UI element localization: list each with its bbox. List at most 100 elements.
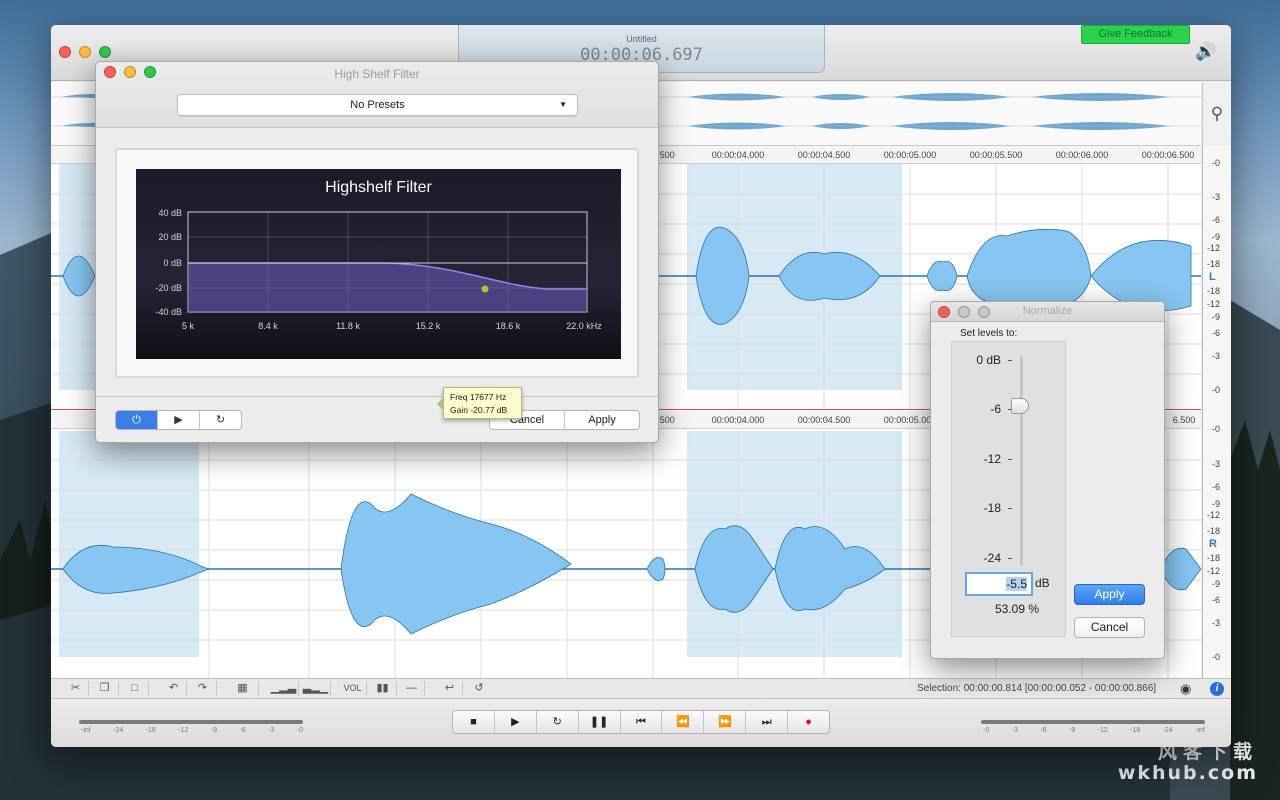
- tooltip-freq: Freq 17677 Hz: [450, 392, 507, 402]
- db-label: -0: [1211, 158, 1220, 168]
- watermark-line2: wkhub.com: [1117, 762, 1258, 784]
- level-meter-left: [79, 720, 303, 724]
- fade-out-icon[interactable]: ▃▂▁: [301, 681, 331, 696]
- power-icon[interactable]: ⏻: [116, 411, 158, 429]
- slider-scale-label: -24: [983, 551, 1001, 565]
- level-meter-right: [981, 720, 1205, 724]
- meter-label: -12: [1097, 727, 1108, 734]
- undo-icon[interactable]: ↶: [161, 681, 187, 696]
- meter-scale-right: -0 -3 -6 -9 -12 -18 -24 -inf: [983, 727, 1205, 734]
- db-label: -12: [1206, 243, 1220, 253]
- meter-label: -inf: [1195, 727, 1205, 734]
- slider-scale-label: -18: [983, 501, 1001, 515]
- level-db-value: -5.5: [1006, 577, 1027, 591]
- cancel-button[interactable]: Cancel: [1074, 617, 1145, 638]
- zoom-button[interactable]: [99, 46, 111, 58]
- filter-graph[interactable]: Highshelf Filter 40 dB 20 dB 0 dB -20 dB…: [136, 169, 621, 359]
- close-button[interactable]: [59, 46, 71, 58]
- copy-icon[interactable]: ❐: [91, 681, 119, 696]
- minimize-button[interactable]: [79, 46, 91, 58]
- level-slider-track[interactable]: [1020, 356, 1023, 566]
- speaker-icon[interactable]: 🔊: [1195, 42, 1219, 62]
- meter-label: -0: [296, 727, 303, 734]
- ruler-tick: 00:00:05.000: [883, 415, 937, 425]
- fade-in-icon[interactable]: ▁▂▃: [269, 681, 299, 696]
- info-icon[interactable]: i: [1210, 682, 1224, 696]
- loop-icon[interactable]: ↺: [465, 681, 493, 696]
- record-button[interactable]: ●: [788, 711, 829, 733]
- eye-icon[interactable]: ◉: [1180, 681, 1191, 697]
- preview-controls: ⏻ ▶ ↻: [115, 410, 242, 430]
- meter-label: -6: [1040, 727, 1047, 734]
- db-label: -12: [1206, 510, 1220, 520]
- ruler-tick: 00:00:04.500: [797, 415, 851, 425]
- slider-scale-label: -12: [983, 452, 1001, 466]
- edit-toolbar: ✂ ❐ □ ↶ ↷ ▦ ▁▂▃ ▃▂▁ VOL ▮▮ — ↩ ↺ Selecti…: [51, 678, 1231, 699]
- db-label: -3: [1211, 459, 1220, 469]
- filter-graph-frame: Highshelf Filter 40 dB 20 dB 0 dB -20 dB…: [115, 148, 639, 378]
- reverse-icon[interactable]: ↩: [437, 681, 463, 696]
- percent-readout: 53.09 %: [995, 602, 1040, 616]
- pause-button[interactable]: ❚❚: [579, 711, 621, 733]
- db-unit-label: dB: [1035, 576, 1050, 590]
- loop-preview-icon[interactable]: ↻: [200, 411, 241, 429]
- meter-label: -inf: [81, 727, 91, 734]
- slider-scale-label: -6: [990, 402, 1001, 416]
- meter-scale-left: -inf -24 -18 -12 -9 -6 -3 -0: [81, 727, 303, 734]
- ruler-tick: 00:00:04.500: [797, 150, 851, 160]
- ruler-tick: .500: [657, 150, 675, 160]
- play-button[interactable]: ▶: [495, 711, 537, 733]
- window-controls: [59, 46, 111, 58]
- loop-play-button[interactable]: ↻: [537, 711, 579, 733]
- db-label: -6: [1211, 595, 1220, 605]
- db-label: -9: [1211, 499, 1220, 509]
- redo-icon[interactable]: ↷: [189, 681, 217, 696]
- db-label: -18: [1206, 259, 1220, 269]
- paste-icon[interactable]: □: [121, 681, 149, 696]
- x-tick: 5 k: [182, 321, 195, 331]
- level-slider-thumb[interactable]: [1011, 398, 1029, 414]
- db-label: -0: [1211, 385, 1220, 395]
- normalize-icon[interactable]: ▮▮: [369, 681, 397, 696]
- y-tick: 0 dB: [163, 258, 182, 268]
- normalize-window: Normalize Set levels to: 0 dB -6 -12 -18…: [930, 301, 1165, 659]
- apply-button[interactable]: Apply: [565, 411, 639, 429]
- rewind-button[interactable]: ⏪: [662, 711, 705, 733]
- meter-label: -6: [239, 727, 246, 734]
- meter-label: -18: [1130, 727, 1141, 734]
- preset-dropdown[interactable]: No Presets ▼: [177, 94, 578, 116]
- meter-label: -0: [983, 727, 990, 734]
- slider-tick: [1008, 508, 1012, 509]
- db-label: -9: [1211, 312, 1220, 322]
- slider-tick: [1008, 360, 1012, 361]
- hsf-bottom-bar: ⏻ ▶ ↻ Cancel Apply: [96, 396, 658, 442]
- silence-icon[interactable]: —: [399, 681, 425, 696]
- meter-label: -9: [1068, 727, 1076, 734]
- zoom-magnifier-icon[interactable]: ⚲: [1202, 82, 1231, 146]
- play-preview-icon[interactable]: ▶: [158, 411, 200, 429]
- go-to-end-button[interactable]: ⏭: [746, 711, 789, 733]
- fast-forward-button[interactable]: ⏩: [704, 711, 747, 733]
- document-title: Untitled: [626, 34, 657, 44]
- chevron-down-icon: ▼: [559, 100, 567, 109]
- db-label: -3: [1211, 351, 1220, 361]
- stop-button[interactable]: ■: [453, 711, 495, 733]
- volume-button[interactable]: VOL: [339, 681, 367, 696]
- cut-icon[interactable]: ✂: [63, 681, 89, 696]
- x-tick: 18.6 k: [496, 321, 521, 331]
- x-tick: 15.2 k: [416, 321, 441, 331]
- apply-button[interactable]: Apply: [1074, 584, 1145, 605]
- trim-icon[interactable]: ▦: [227, 681, 259, 696]
- x-tick: 11.8 k: [336, 321, 360, 331]
- db-label: -6: [1211, 328, 1220, 338]
- x-tick: 8.4 k: [258, 321, 278, 331]
- db-label: -9: [1211, 579, 1220, 589]
- level-db-input[interactable]: -5.5: [965, 572, 1033, 596]
- db-label: -18: [1206, 286, 1220, 296]
- db-label: -18: [1206, 526, 1220, 536]
- db-label: -18: [1206, 553, 1220, 563]
- y-tick: -40 dB: [155, 307, 182, 317]
- give-feedback-button[interactable]: Give Feedback: [1081, 25, 1190, 44]
- db-label: -12: [1206, 566, 1220, 576]
- go-to-start-button[interactable]: ⏮: [621, 711, 663, 733]
